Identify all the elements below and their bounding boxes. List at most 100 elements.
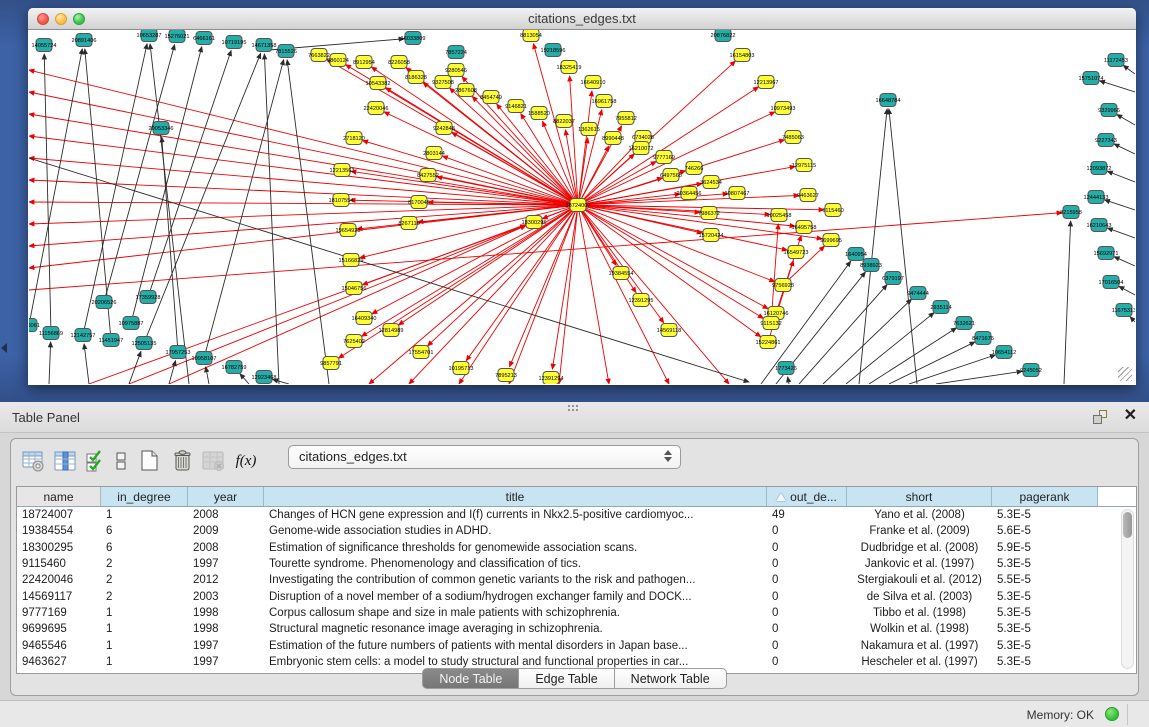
graph-node[interactable]: 9756928 xyxy=(772,279,794,292)
graph-node[interactable]: 9463627 xyxy=(797,189,819,202)
table-cell[interactable]: Disruption of a novel member of a sodium… xyxy=(264,591,767,603)
graph-node[interactable]: 14055724 xyxy=(32,39,57,52)
table-cell[interactable]: 5.3E-5 xyxy=(992,640,1098,652)
table-cell[interactable]: 5.9E-5 xyxy=(992,542,1098,554)
graph-node[interactable]: 12444133 xyxy=(1084,191,1109,204)
graph-node[interactable]: 18325419 xyxy=(557,61,582,74)
table-row[interactable]: 1830029562008Estimation of significance … xyxy=(17,540,1136,556)
table-cell[interactable]: 5.3E-5 xyxy=(992,607,1098,619)
graph-node[interactable]: 1588520 xyxy=(528,107,550,120)
table-cell[interactable]: Yano et al. (2008) xyxy=(847,509,992,521)
graph-node[interactable]: 7632621 xyxy=(953,317,975,330)
graph-node[interactable]: 19218596 xyxy=(541,44,566,57)
panel-splitter-handle[interactable] xyxy=(567,404,579,412)
table-cell[interactable]: 2 xyxy=(101,558,188,570)
graph-node[interactable]: 15692971 xyxy=(1094,247,1119,260)
graph-node[interactable]: 18107554 xyxy=(329,194,354,207)
table-cell[interactable]: 2009 xyxy=(188,525,264,537)
graph-node[interactable]: 16549723 xyxy=(784,246,809,259)
table-row[interactable]: 977716911998Corpus callosum shape and si… xyxy=(17,605,1136,621)
graph-node[interactable]: 9280546 xyxy=(445,64,467,77)
graph-node[interactable]: 1362615 xyxy=(578,123,600,136)
graph-node[interactable]: 7857224 xyxy=(445,46,467,59)
table-cell[interactable]: 22420046 xyxy=(17,574,101,586)
graph-node[interactable]: 16648784 xyxy=(876,94,901,107)
graph-node[interactable]: 2803144 xyxy=(423,147,445,160)
graph-node[interactable]: 8822037 xyxy=(553,115,575,128)
graph-node[interactable]: 746266 xyxy=(685,162,704,175)
graph-node[interactable]: 8215958 xyxy=(1060,206,1082,219)
table-cell[interactable]: 0 xyxy=(767,623,847,635)
graph-node[interactable]: 11156869 xyxy=(39,327,63,340)
table-cell[interactable]: 0 xyxy=(767,542,847,554)
network-canvas[interactable]: 1405572420891406106532871527602164661611… xyxy=(29,30,1135,384)
table-cell[interactable]: Estimation of significance thresholds fo… xyxy=(264,542,767,554)
graph-node[interactable]: 12391295 xyxy=(629,294,654,307)
table-cell[interactable]: 1 xyxy=(101,640,188,652)
table-cell[interactable]: Stergiakouli et al. (2012) xyxy=(847,574,992,586)
table-cell[interactable]: 1 xyxy=(101,509,188,521)
table-cell[interactable]: 0 xyxy=(767,558,847,570)
graph-node[interactable]: 16154803 xyxy=(730,49,755,62)
table-cell[interactable]: 1997 xyxy=(188,640,264,652)
graph-node[interactable]: 8938923 xyxy=(860,259,882,272)
select-all-functions-button[interactable] xyxy=(83,448,107,474)
graph-node[interactable]: 16210643 xyxy=(1087,219,1112,232)
table-cell[interactable]: Corpus callosum shape and size in male p… xyxy=(264,607,767,619)
graph-node[interactable]: 12213967 xyxy=(754,76,779,89)
graph-node[interactable]: 10654112 xyxy=(992,346,1016,359)
delete-column-button[interactable] xyxy=(167,448,197,474)
table-cell[interactable]: Genome-wide association studies in ADHD. xyxy=(264,525,767,537)
graph-node[interactable]: 8267110 xyxy=(398,217,419,230)
table-row[interactable]: 1938455462009Genome-wide association stu… xyxy=(17,523,1136,539)
graph-node[interactable]: 16033809 xyxy=(401,32,426,45)
graph-node[interactable]: 1640954 xyxy=(845,248,867,261)
table-cell[interactable]: 2012 xyxy=(188,574,264,586)
table-cell[interactable]: 0 xyxy=(767,574,847,586)
table-cell[interactable]: 18300295 xyxy=(17,542,101,554)
table-cell[interactable]: Changes of HCN gene expression and I(f) … xyxy=(264,509,767,521)
graph-node[interactable]: 9115132 xyxy=(760,317,781,330)
graph-node[interactable]: 19654923 xyxy=(336,224,361,237)
table-row[interactable]: 946554611997Estimation of the future num… xyxy=(17,637,1136,653)
graph-node[interactable]: 20053346 xyxy=(149,122,174,135)
table-row[interactable]: 2242004622012Investigating the contribut… xyxy=(17,572,1136,588)
table-cell[interactable]: 5.6E-5 xyxy=(992,525,1098,537)
float-panel-icon[interactable] xyxy=(1093,410,1109,426)
column-settings-button[interactable] xyxy=(19,448,49,474)
tab-edge-table[interactable]: Edge Table xyxy=(519,668,614,689)
graph-node[interactable]: 20206526 xyxy=(92,296,117,309)
graph-node[interactable]: 9857791 xyxy=(320,357,342,370)
table-cell[interactable]: 1998 xyxy=(188,607,264,619)
table-cell[interactable]: 5.3E-5 xyxy=(992,591,1098,603)
graph-node[interactable]: 8427552 xyxy=(417,169,439,182)
new-column-button[interactable] xyxy=(135,448,165,474)
table-cell[interactable]: 6 xyxy=(101,525,188,537)
graph-node[interactable]: 12093872 xyxy=(1087,162,1112,175)
table-cell[interactable]: Tourette syndrome. Phenomenology and cla… xyxy=(264,558,767,570)
graph-node[interactable]: 2718120 xyxy=(343,132,365,145)
table-row[interactable]: 911546021997Tourette syndrome. Phenomeno… xyxy=(17,556,1136,572)
graph-node[interactable]: 12923468 xyxy=(252,371,277,384)
table-cell[interactable]: Embryonic stem cells: a model to study s… xyxy=(264,656,767,668)
column-header-name[interactable]: name xyxy=(17,487,101,506)
table-cell[interactable]: 18724007 xyxy=(17,509,101,521)
table-cell[interactable]: Hescheler et al. (1997) xyxy=(847,656,992,668)
graph-node[interactable]: 8471676 xyxy=(972,332,994,345)
graph-node[interactable]: 3624534 xyxy=(700,176,722,189)
table-cell[interactable]: Jankovic et al. (1997) xyxy=(847,558,992,570)
graph-node[interactable]: 12505135 xyxy=(132,337,157,350)
graph-node[interactable]: 10653287 xyxy=(137,30,162,42)
table-cell[interactable]: Tibbo et al. (1998) xyxy=(847,607,992,619)
table-cell[interactable]: Franke et al. (2009) xyxy=(847,525,992,537)
table-cell[interactable]: 1998 xyxy=(188,623,264,635)
table-cell[interactable]: 5.3E-5 xyxy=(992,623,1098,635)
column-header-short[interactable]: short xyxy=(847,487,992,506)
table-row[interactable]: 1872400712008Changes of HCN gene express… xyxy=(17,507,1136,523)
table-cell[interactable]: 2 xyxy=(101,591,188,603)
graph-node[interactable]: 7625402 xyxy=(343,335,365,348)
graph-node[interactable]: 6379197 xyxy=(882,272,904,285)
graph-node[interactable]: 9242848 xyxy=(433,122,455,135)
table-cell[interactable]: 9115460 xyxy=(17,558,101,570)
graph-node[interactable]: 1773426 xyxy=(775,362,797,375)
